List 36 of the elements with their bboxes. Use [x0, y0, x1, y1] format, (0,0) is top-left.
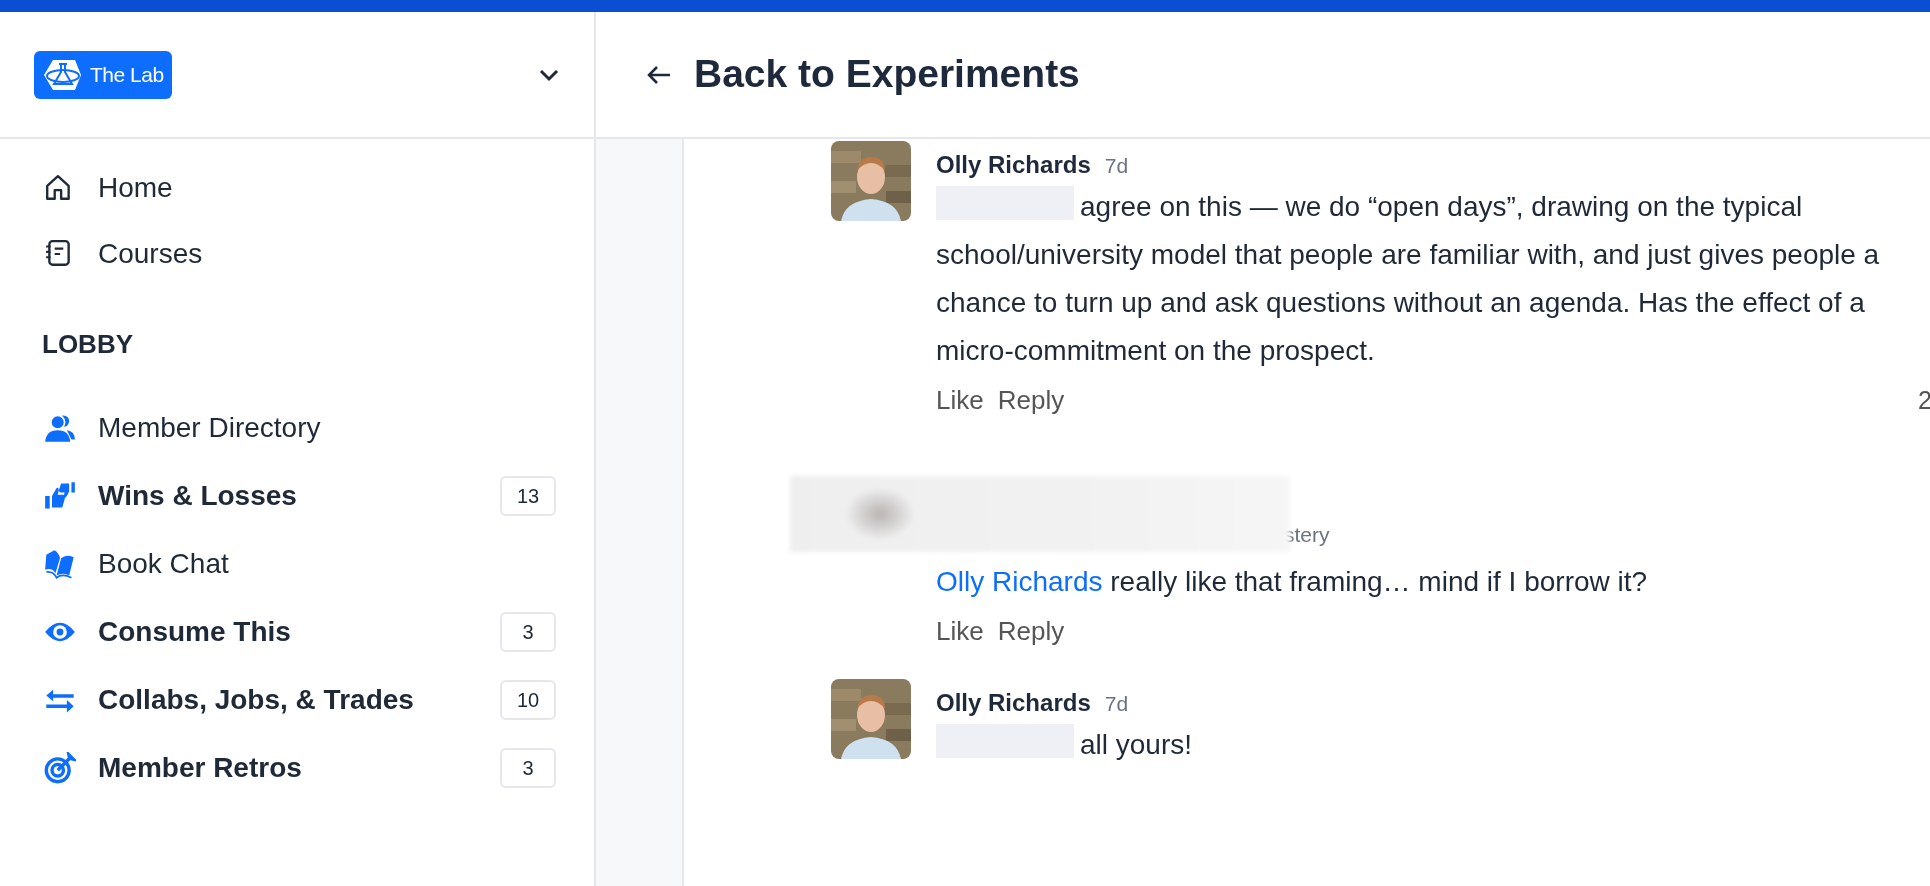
comment-time: 7d	[1104, 691, 1129, 717]
reply-count[interactable]: 2	[1918, 381, 1930, 420]
logo[interactable]: The Lab	[34, 50, 172, 99]
thumbs-icon	[44, 480, 76, 512]
section-title: LOBBY	[41, 328, 134, 361]
mention-link[interactable]: Olly Richards	[936, 566, 1103, 597]
channel-link[interactable]: Consume This	[98, 611, 500, 653]
comment-action[interactable]: Reply	[997, 612, 1065, 651]
book-icon	[44, 548, 76, 580]
unread-count: 10	[500, 680, 556, 720]
comment-text: all yours!	[936, 721, 1886, 769]
author-meta: stery	[1284, 521, 1330, 548]
back-link[interactable]: Back to Experiments	[694, 45, 1080, 104]
nav-link-text[interactable]: Courses	[98, 233, 203, 275]
channel-link[interactable]: Member Directory	[98, 407, 556, 449]
channel-link[interactable]: Book Chat	[98, 543, 556, 585]
channel-link[interactable]: Collabs, Jobs, & Trades	[98, 679, 500, 721]
unread-count: 13	[500, 476, 556, 516]
comment-time: 7d	[1104, 153, 1129, 179]
comment-action[interactable]: Like	[936, 381, 984, 420]
comment-action[interactable]: Like	[936, 612, 984, 651]
nav-link-text[interactable]: Home	[98, 167, 173, 209]
back-arrow-icon[interactable]	[646, 63, 672, 86]
logo-text: The Lab	[90, 61, 164, 88]
comment-action[interactable]: Reply	[997, 381, 1065, 420]
target-icon	[44, 752, 76, 784]
comment-text: agree on this — we do “open days”, drawing on the typical school/university model that people are familiar with, and just gives people a chance to turn up and ask questions without an agenda. Has the effect of a micro-commitment on the prospect.	[936, 183, 1886, 375]
author-name[interactable]: Olly Richards	[936, 147, 1091, 183]
channel-link[interactable]: Member Retros	[98, 747, 500, 789]
chevron-down-icon[interactable]	[538, 67, 560, 82]
author-name[interactable]: Olly Richards	[936, 685, 1091, 721]
unread-count: 3	[500, 612, 556, 652]
comment-text: Olly Richards really like that framing… mind if I borrow it?	[936, 565, 1649, 599]
channel-link[interactable]: Wins & Losses	[98, 475, 500, 517]
unread-count: 3	[500, 748, 556, 788]
users-icon	[44, 412, 76, 444]
